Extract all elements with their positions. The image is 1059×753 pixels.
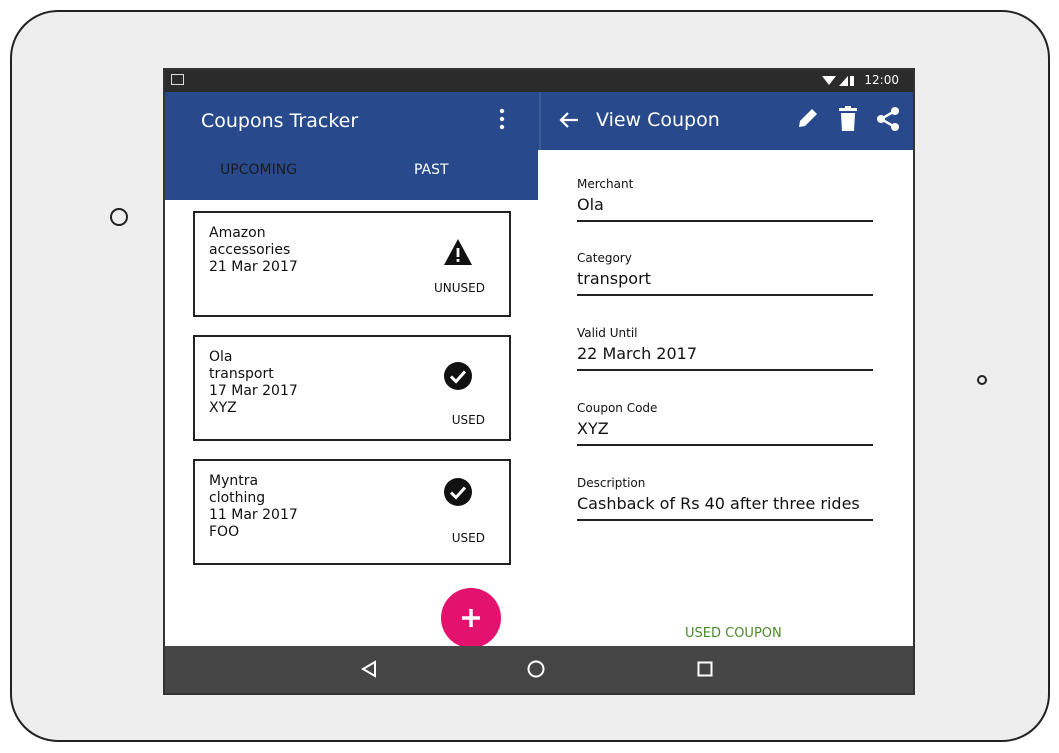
device-screen: 12:00 Coupons Tracker UPCOMING PAST View… [163,68,915,695]
merchant-field: Merchant Ola [577,177,877,222]
tab-past[interactable]: PAST [414,162,449,178]
coupon-card-amazon[interactable]: Amazon accessories 21 Mar 2017 UNUSED [193,211,511,317]
share-icon[interactable] [876,106,900,132]
category-field: Category transport [577,251,877,296]
list-app-bar: Coupons Tracker UPCOMING PAST [165,92,538,200]
add-coupon-button[interactable] [441,588,501,648]
field-label: Merchant [577,177,634,191]
field-label: Valid Until [577,326,638,340]
field-value: Ola [577,195,604,214]
coupon-category: transport [209,366,274,382]
check-circle-icon [444,478,472,506]
field-underline [577,519,873,521]
coupon-code: FOO [209,524,240,540]
field-underline [577,444,873,446]
tablet-sensor [977,375,987,385]
description-field: Description Cashback of Rs 40 after thre… [577,476,877,521]
nav-home-icon[interactable] [527,660,545,678]
nav-recents-icon[interactable] [697,661,713,677]
coupon-card-myntra[interactable]: Myntra clothing 11 Mar 2017 FOO USED [193,459,511,565]
field-value: 22 March 2017 [577,344,698,363]
field-underline [577,220,873,222]
coupon-card-text: Amazon accessories 21 Mar 2017 [209,225,298,276]
status-time: 12:00 [864,73,899,87]
coupon-card-text: Myntra clothing 11 Mar 2017 FOO [209,473,298,541]
delete-icon[interactable] [838,106,858,132]
coupon-merchant: Amazon [209,225,266,241]
tablet-camera [110,208,128,226]
coupon-merchant: Ola [209,349,233,365]
tab-upcoming[interactable]: UPCOMING [220,162,297,178]
network-status-icon [822,76,854,86]
warning-icon [444,239,472,265]
field-value: transport [577,269,651,288]
coupon-status: USED [451,413,485,427]
coupon-status: UNUSED [434,281,485,295]
detail-app-bar: View Coupon [538,92,913,150]
check-circle-icon [444,362,472,390]
nav-back-icon[interactable] [361,660,377,678]
coupon-date: 21 Mar 2017 [209,259,298,275]
coupon-code: XYZ [209,400,237,416]
edit-icon[interactable] [796,106,820,130]
coupon-category: clothing [209,490,266,506]
coupon-card-text: Ola transport 17 Mar 2017 XYZ [209,349,298,417]
status-bar: 12:00 [165,70,913,92]
used-coupon-button[interactable]: USED COUPON [685,626,782,641]
coupon-category: accessories [209,242,291,258]
field-value: Cashback of Rs 40 after three rides [577,494,860,513]
field-value: XYZ [577,419,609,438]
coupon-code-field: Coupon Code XYZ [577,401,877,446]
system-nav-bar [165,646,913,693]
valid-until-field: Valid Until 22 March 2017 [577,326,877,371]
detail-title: View Coupon [596,109,720,131]
field-underline [577,294,873,296]
coupon-merchant: Myntra [209,473,259,489]
plus-icon [462,609,480,627]
overflow-menu-icon[interactable] [497,106,507,132]
image-notification-icon [171,74,184,85]
coupon-date: 17 Mar 2017 [209,383,298,399]
app-title: Coupons Tracker [201,110,359,132]
pane-divider [539,92,541,150]
coupon-status: USED [451,531,485,545]
coupon-date: 11 Mar 2017 [209,507,298,523]
field-label: Category [577,251,632,265]
back-arrow-icon[interactable] [558,110,580,130]
coupon-card-ola[interactable]: Ola transport 17 Mar 2017 XYZ USED [193,335,511,441]
field-label: Description [577,476,646,490]
field-label: Coupon Code [577,401,658,415]
field-underline [577,369,873,371]
